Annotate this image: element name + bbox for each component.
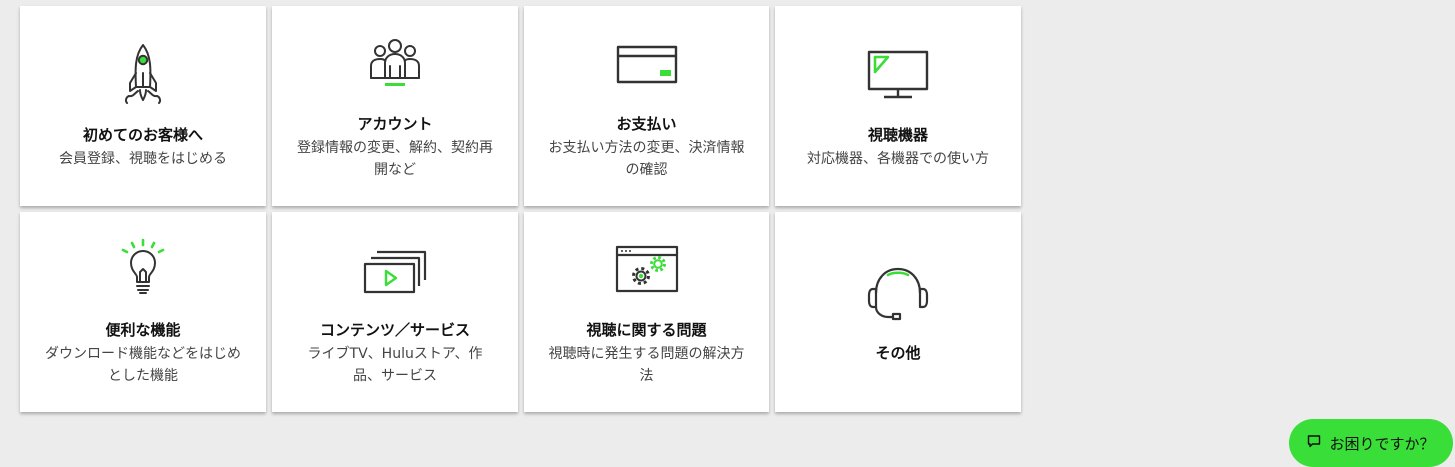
- monitor-icon: [866, 43, 930, 107]
- category-description: 登録情報の変更、解約、契約再開など: [297, 139, 493, 178]
- category-title: アカウント: [357, 114, 433, 133]
- category-title: 視聴に関する問題: [586, 320, 707, 339]
- category-description: 会員登録、視聴をはじめる: [59, 150, 227, 167]
- category-card-content-services[interactable]: コンテンツ／サービス ライブTV、Huluストア、作品、サービス: [272, 212, 518, 412]
- category-card-payment[interactable]: お支払い お支払い方法の変更、決済情報の確認: [524, 6, 769, 206]
- settings-window-icon: [615, 238, 679, 302]
- category-description: お支払い方法の変更、決済情報の確認: [548, 139, 745, 178]
- headset-icon: [866, 261, 930, 325]
- people-icon: [363, 32, 427, 96]
- category-grid: 初めてのお客様へ 会員登録、視聴をはじめる アカウント 登録情報の変更、解約、契…: [20, 6, 1022, 412]
- category-title: その他: [875, 344, 921, 362]
- lightbulb-icon: [111, 238, 175, 302]
- help-chat-button[interactable]: お困りですか？: [1289, 419, 1453, 467]
- category-card-other[interactable]: その他: [775, 212, 1021, 412]
- category-card-getting-started[interactable]: 初めてのお客様へ 会員登録、視聴をはじめる: [20, 6, 266, 206]
- category-title: 視聴機器: [867, 125, 928, 144]
- category-description: ダウンロード機能などをはじめとした機能: [45, 345, 241, 384]
- category-card-features[interactable]: 便利な機能 ダウンロード機能などをはじめとした機能: [20, 212, 266, 412]
- video-stack-icon: [363, 238, 427, 302]
- chat-icon: [1307, 434, 1321, 452]
- category-card-playback-issues[interactable]: 視聴に関する問題 視聴時に発生する問題の解決方法: [524, 212, 769, 412]
- category-title: 便利な機能: [105, 320, 181, 339]
- help-button-label: お困りですか？: [1329, 434, 1435, 453]
- credit-card-icon: [615, 32, 679, 96]
- category-description: ライブTV、Huluストア、作品、サービス: [307, 345, 483, 384]
- category-description: 視聴時に発生する問題の解決方法: [548, 345, 745, 384]
- rocket-icon: [111, 43, 175, 107]
- category-card-devices[interactable]: 視聴機器 対応機器、各機器での使い方: [775, 6, 1021, 206]
- category-title: コンテンツ／サービス: [319, 320, 470, 339]
- category-description: 対応機器、各機器での使い方: [807, 150, 989, 167]
- category-title: 初めてのお客様へ: [82, 125, 203, 144]
- category-card-account[interactable]: アカウント 登録情報の変更、解約、契約再開など: [272, 6, 518, 206]
- category-title: お支払い: [616, 114, 677, 133]
